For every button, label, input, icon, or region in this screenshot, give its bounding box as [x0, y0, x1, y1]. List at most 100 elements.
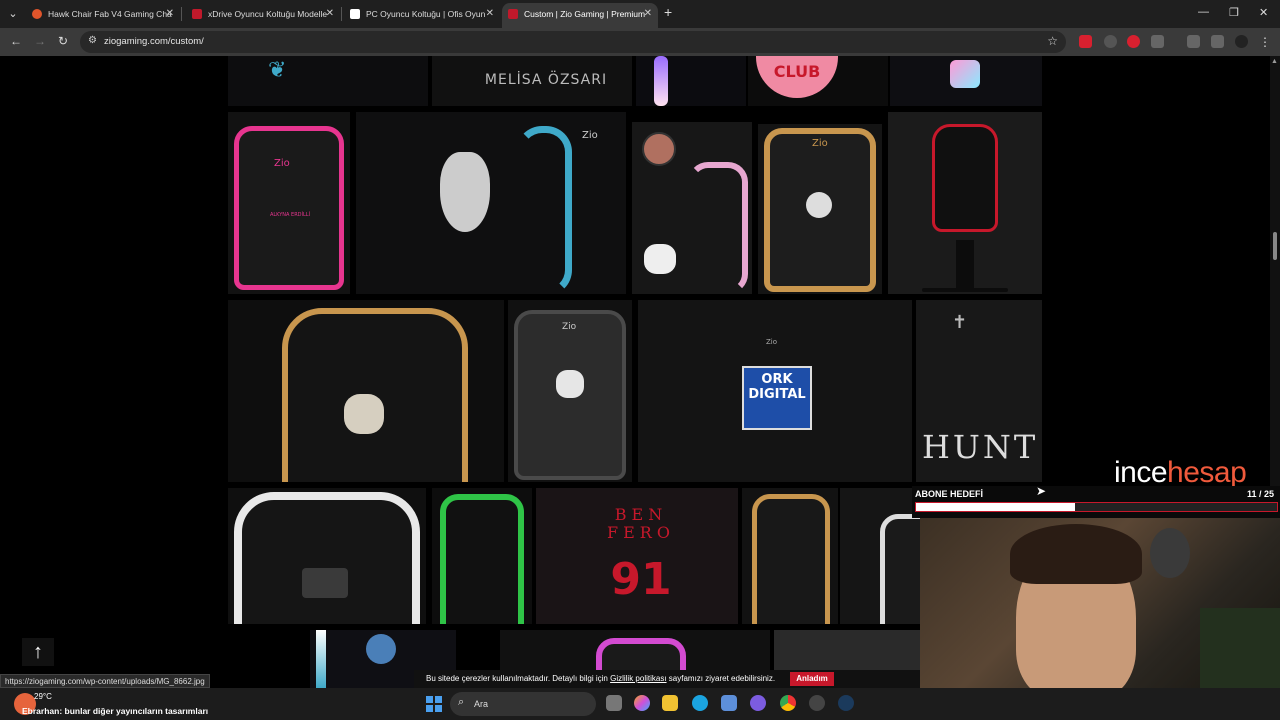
search-placeholder: Ara	[474, 699, 489, 709]
forward-arrow-icon[interactable]: →	[34, 34, 46, 48]
goal-count: 11 / 25	[1246, 489, 1274, 499]
site-info-icon[interactable]: ⚙	[88, 35, 97, 46]
privacy-policy-link[interactable]: Gizlilik politikası	[610, 674, 666, 683]
zio-logo-text: Zio	[562, 322, 577, 332]
gallery-image[interactable]: ❦	[228, 56, 428, 106]
gallery-image[interactable]	[632, 122, 752, 294]
extension-icon[interactable]	[1079, 35, 1092, 48]
scroll-up-icon[interactable]: ▲	[1271, 58, 1278, 65]
gallery-image[interactable]	[742, 488, 838, 624]
back-to-top-button[interactable]: ↑	[22, 638, 54, 666]
mouse-cursor-icon: ➤	[1036, 484, 1047, 498]
gallery-image[interactable]	[890, 56, 1042, 106]
temperature-text: 29°C	[34, 692, 52, 701]
windows-taskbar: 29°C Ebrarhan: bunlar diğer yayıncıların…	[0, 688, 1280, 720]
back-arrow-icon[interactable]: ←	[10, 34, 22, 48]
alkyna-text: ALKYNA ERDİLLİ	[269, 212, 311, 218]
status-url-bubble: https://ziogaming.com/wp-content/uploads…	[0, 674, 210, 688]
gallery-image[interactable]	[432, 488, 532, 624]
cookie-text: Bu sitede çerezler kullanılmaktadır. Det…	[426, 674, 611, 683]
gallery-image[interactable]: Zio	[758, 124, 882, 294]
file-explorer-icon[interactable]	[662, 695, 678, 711]
gallery-image[interactable]: MELİSA ÖZSARI	[432, 56, 632, 106]
gallery-image[interactable]	[228, 488, 426, 624]
gallery-image[interactable]: Zio	[356, 112, 626, 294]
tab-favicon-icon	[508, 9, 518, 19]
steam-icon[interactable]	[838, 695, 854, 711]
goal-progress-bar	[915, 502, 1278, 512]
reading-list-icon[interactable]	[1211, 35, 1224, 48]
search-icon: ⌕	[458, 696, 465, 708]
cookie-text-end: sayfamızı ziyaret edebilirsiniz.	[666, 674, 776, 683]
gallery-image[interactable]: Zio	[508, 300, 632, 482]
cross-logo-icon: ✝	[952, 312, 968, 333]
edge-icon[interactable]	[692, 695, 708, 711]
close-icon[interactable]: ✕	[326, 3, 334, 25]
zio-logo-text: Zio	[766, 338, 778, 346]
scrollbar-thumb[interactable]	[1273, 232, 1277, 260]
cookie-banner: Bu sitede çerezler kullanılmaktadır. Det…	[414, 670, 926, 688]
reload-icon[interactable]: ↻	[58, 34, 68, 48]
tab-search-button[interactable]: ⌄	[4, 5, 22, 23]
url-text[interactable]: ziogaming.com/custom/	[104, 31, 204, 53]
task-view-icon[interactable]	[606, 695, 622, 711]
benfero-text: BEN FERO	[607, 505, 675, 542]
gallery-image[interactable]: Zio ALKYNA ERDİLLİ	[228, 112, 350, 294]
tab-title: xDrive Oyuncu Koltuğu Modelle	[208, 9, 328, 19]
ork-digital-text: ORK DIGITAL	[748, 372, 806, 402]
new-tab-button[interactable]: +	[664, 4, 672, 20]
gallery-image[interactable]	[888, 112, 1042, 294]
windows-start-icon[interactable]	[426, 696, 442, 712]
discord-icon[interactable]	[750, 695, 766, 711]
gallery-image[interactable]	[840, 488, 920, 624]
tab-favicon-icon	[32, 9, 42, 19]
chrome-icon[interactable]	[780, 695, 796, 711]
store-icon[interactable]	[721, 695, 737, 711]
tab-hawk-chair[interactable]: Hawk Chair Fab V4 Gaming Cha ✕	[26, 3, 180, 25]
jersey-number-text: 91	[610, 554, 672, 605]
gallery-image[interactable]	[636, 56, 746, 106]
download-icon[interactable]	[1187, 35, 1200, 48]
tab-pc-oyuncu[interactable]: PC Oyuncu Koltuğu | Ofis Oyun ✕	[344, 3, 500, 25]
wings-logo-icon: ❦	[268, 58, 287, 83]
puzzle-icon[interactable]	[1151, 35, 1164, 48]
restore-icon[interactable]: ❐	[1229, 6, 1239, 19]
gallery-image[interactable]: BEN FERO 91	[536, 488, 738, 624]
profile-avatar[interactable]	[1235, 35, 1248, 48]
close-icon[interactable]: ✕	[166, 3, 174, 25]
tab-divider	[181, 7, 182, 21]
zio-logo-text: Zio	[274, 158, 290, 169]
tab-xdrive[interactable]: xDrive Oyuncu Koltuğu Modelle ✕	[186, 3, 340, 25]
bookmark-star-icon[interactable]: ☆	[1047, 34, 1058, 48]
incehesap-logo: incehesap	[1114, 456, 1247, 489]
hunt-text: HUNT	[922, 428, 1039, 466]
zio-logo-text: Zio	[812, 138, 828, 149]
tab-zio-custom[interactable]: Custom | Zio Gaming | Premium ✕	[502, 3, 658, 28]
close-icon[interactable]: ✕	[486, 3, 494, 25]
tab-title: Custom | Zio Gaming | Premium	[524, 9, 646, 19]
extension-icon[interactable]	[1127, 35, 1140, 48]
close-icon[interactable]: ✕	[644, 3, 652, 25]
zio-logo-text: Zio	[582, 130, 598, 141]
menu-kebab-icon[interactable]: ⋮	[1259, 35, 1272, 49]
minimize-icon[interactable]: —	[1198, 6, 1209, 18]
cookie-accept-button[interactable]: Anladım	[790, 672, 834, 686]
gallery-image[interactable]: ORK DIGITAL Zio	[638, 300, 912, 482]
goal-title: ABONE HEDEFİ	[915, 489, 984, 499]
tab-divider	[341, 7, 342, 21]
taskbar-search[interactable]: ⌕ Ara	[450, 692, 596, 716]
webcam-overlay	[920, 518, 1280, 688]
extension-icon[interactable]	[1104, 35, 1117, 48]
gallery-image[interactable]: CLUB	[748, 56, 888, 106]
window-close-icon[interactable]: ✕	[1259, 6, 1268, 19]
melisa-text: MELİSA ÖZSARI	[484, 72, 608, 88]
obs-icon[interactable]	[809, 695, 825, 711]
gallery-image[interactable]	[228, 300, 504, 482]
club-text: CLUB	[773, 62, 821, 81]
tab-title: PC Oyuncu Koltuğu | Ofis Oyun	[366, 9, 486, 19]
gallery-image[interactable]: ✝ HUNT	[916, 300, 1042, 482]
tab-title: Hawk Chair Fab V4 Gaming Cha	[48, 9, 172, 19]
subscriber-goal-widget: ABONE HEDEFİ 11 / 25	[912, 486, 1280, 518]
copilot-icon[interactable]	[634, 695, 650, 711]
address-bar[interactable]: ⚙ ziogaming.com/custom/ ☆	[80, 31, 1066, 53]
